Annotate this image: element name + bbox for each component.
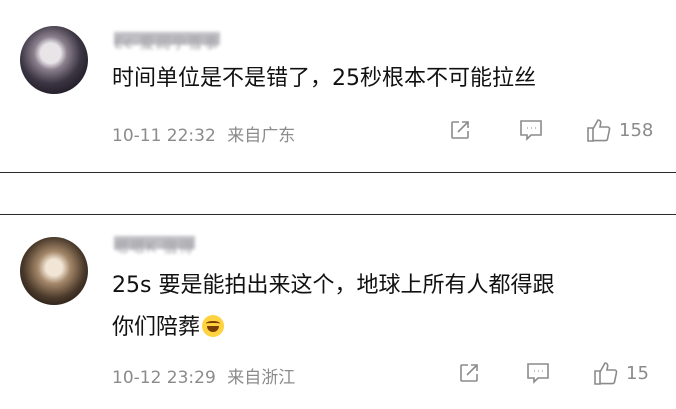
comment-text-line-2: 你们陪葬 — [112, 309, 225, 347]
comment-icon — [520, 120, 542, 141]
comment-meta: 10-11 22:32 来自广东 — [112, 121, 295, 146]
avatar[interactable] — [20, 237, 88, 305]
like-button[interactable]: 15 — [592, 360, 649, 386]
divider — [0, 172, 676, 173]
share-icon — [460, 364, 478, 382]
laughing-tears-emoji — [202, 315, 225, 337]
comment-meta: 10-12 23:29 来自浙江 — [112, 363, 295, 388]
comment-location: 来自广东 — [227, 126, 296, 146]
avatar[interactable] — [20, 26, 88, 94]
comment-icon — [527, 363, 549, 384]
comment-button[interactable] — [525, 361, 551, 385]
username[interactable]: 嗯嗯K 宿得 — [114, 232, 195, 256]
thumbs-up-icon — [587, 119, 611, 142]
like-count: 15 — [626, 362, 649, 384]
thumbs-up-icon — [594, 362, 618, 385]
share-icon — [451, 121, 469, 139]
comment-button[interactable] — [518, 118, 544, 142]
like-count: 158 — [619, 119, 654, 141]
comment-location: 来自浙江 — [227, 368, 296, 388]
like-button[interactable]: 158 — [585, 117, 653, 143]
comment-date: 10-12 23:29 — [112, 368, 216, 388]
share-button[interactable] — [448, 118, 472, 142]
comment-item-1: Ec 爱润宁雪事 时间单位是不是错了，25秒根本不可能拉丝 10-11 22:3… — [0, 0, 676, 172]
username[interactable]: Ec 爱润宁雪事 — [114, 28, 220, 52]
comment-text: 时间单位是不是错了，25秒根本不可能拉丝 — [112, 66, 536, 91]
comment-item-2: 嗯嗯K 宿得 25s 要是能拍出来这个，地球上所有人都得跟 你们陪葬 10-12… — [0, 215, 676, 409]
share-button[interactable] — [457, 361, 481, 385]
comment-date: 10-11 22:32 — [112, 126, 216, 146]
comment-text-line-1: 25s 要是能拍出来这个，地球上所有人都得跟 — [112, 273, 555, 298]
